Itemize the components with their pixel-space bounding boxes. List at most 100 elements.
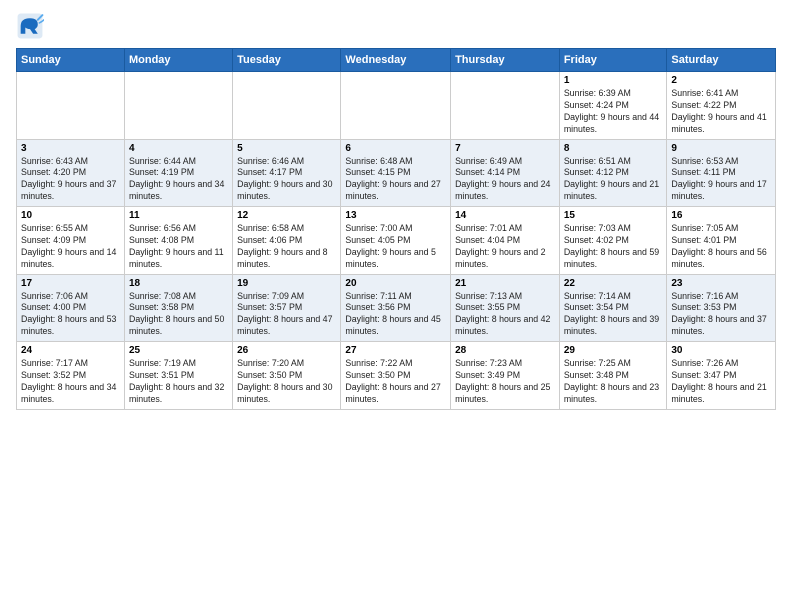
day-number: 19 <box>237 278 336 289</box>
logo <box>16 12 48 40</box>
day-number: 24 <box>21 345 120 356</box>
day-info: Sunrise: 6:44 AM Sunset: 4:19 PM Dayligh… <box>129 156 228 204</box>
calendar-cell: 21 Sunrise: 7:13 AM Sunset: 3:55 PM Dayli… <box>451 274 560 342</box>
day-info: Sunrise: 7:08 AM Sunset: 3:58 PM Dayligh… <box>129 291 228 339</box>
calendar-week-row: 10 Sunrise: 6:55 AM Sunset: 4:09 PM Dayli… <box>17 207 776 275</box>
day-number: 9 <box>671 143 771 154</box>
day-info: Sunrise: 7:26 AM Sunset: 3:47 PM Dayligh… <box>671 358 771 406</box>
calendar-header-saturday: Saturday <box>667 49 776 72</box>
day-info: Sunrise: 7:23 AM Sunset: 3:49 PM Dayligh… <box>455 358 555 406</box>
day-number: 18 <box>129 278 228 289</box>
day-number: 21 <box>455 278 555 289</box>
day-number: 23 <box>671 278 771 289</box>
calendar-cell: 9 Sunrise: 6:53 AM Sunset: 4:11 PM Daylig… <box>667 139 776 207</box>
calendar-header-wednesday: Wednesday <box>341 49 451 72</box>
day-info: Sunrise: 6:46 AM Sunset: 4:17 PM Dayligh… <box>237 156 336 204</box>
calendar-header-thursday: Thursday <box>451 49 560 72</box>
calendar-cell: 23 Sunrise: 7:16 AM Sunset: 3:53 PM Dayli… <box>667 274 776 342</box>
calendar-cell: 11 Sunrise: 6:56 AM Sunset: 4:08 PM Dayli… <box>124 207 232 275</box>
day-number: 4 <box>129 143 228 154</box>
day-info: Sunrise: 7:13 AM Sunset: 3:55 PM Dayligh… <box>455 291 555 339</box>
day-info: Sunrise: 6:39 AM Sunset: 4:24 PM Dayligh… <box>564 88 663 136</box>
calendar-header-row: SundayMondayTuesdayWednesdayThursdayFrid… <box>17 49 776 72</box>
day-info: Sunrise: 7:16 AM Sunset: 3:53 PM Dayligh… <box>671 291 771 339</box>
day-number: 3 <box>21 143 120 154</box>
calendar-cell: 12 Sunrise: 6:58 AM Sunset: 4:06 PM Dayli… <box>233 207 341 275</box>
day-info: Sunrise: 7:22 AM Sunset: 3:50 PM Dayligh… <box>345 358 446 406</box>
day-number: 8 <box>564 143 663 154</box>
day-info: Sunrise: 7:14 AM Sunset: 3:54 PM Dayligh… <box>564 291 663 339</box>
day-number: 17 <box>21 278 120 289</box>
calendar-cell: 29 Sunrise: 7:25 AM Sunset: 3:48 PM Dayli… <box>559 342 667 410</box>
day-info: Sunrise: 7:20 AM Sunset: 3:50 PM Dayligh… <box>237 358 336 406</box>
calendar-cell: 25 Sunrise: 7:19 AM Sunset: 3:51 PM Dayli… <box>124 342 232 410</box>
day-info: Sunrise: 7:19 AM Sunset: 3:51 PM Dayligh… <box>129 358 228 406</box>
day-info: Sunrise: 6:43 AM Sunset: 4:20 PM Dayligh… <box>21 156 120 204</box>
logo-icon <box>16 12 44 40</box>
calendar-cell: 7 Sunrise: 6:49 AM Sunset: 4:14 PM Daylig… <box>451 139 560 207</box>
calendar-table: SundayMondayTuesdayWednesdayThursdayFrid… <box>16 48 776 410</box>
day-number: 26 <box>237 345 336 356</box>
day-number: 22 <box>564 278 663 289</box>
header <box>16 12 776 40</box>
calendar-cell: 10 Sunrise: 6:55 AM Sunset: 4:09 PM Dayli… <box>17 207 125 275</box>
calendar-cell <box>124 72 232 140</box>
day-info: Sunrise: 6:55 AM Sunset: 4:09 PM Dayligh… <box>21 223 120 271</box>
day-number: 10 <box>21 210 120 221</box>
calendar-cell: 16Sunrise: 7:05 AM Sunset: 4:01 PM Dayli… <box>667 207 776 275</box>
day-info: Sunrise: 7:09 AM Sunset: 3:57 PM Dayligh… <box>237 291 336 339</box>
calendar-header-tuesday: Tuesday <box>233 49 341 72</box>
day-number: 6 <box>345 143 446 154</box>
day-number: 25 <box>129 345 228 356</box>
calendar-cell: 14Sunrise: 7:01 AM Sunset: 4:04 PM Dayli… <box>451 207 560 275</box>
calendar-cell: 30 Sunrise: 7:26 AM Sunset: 3:47 PM Dayli… <box>667 342 776 410</box>
day-number: 27 <box>345 345 446 356</box>
calendar-cell: 6Sunrise: 6:48 AM Sunset: 4:15 PM Daylig… <box>341 139 451 207</box>
page: SundayMondayTuesdayWednesdayThursdayFrid… <box>0 0 792 612</box>
day-info: Sunrise: 6:51 AM Sunset: 4:12 PM Dayligh… <box>564 156 663 204</box>
day-number: 16 <box>671 210 771 221</box>
day-number: 12 <box>237 210 336 221</box>
calendar-cell: 2 Sunrise: 6:41 AM Sunset: 4:22 PM Daylig… <box>667 72 776 140</box>
calendar-header-friday: Friday <box>559 49 667 72</box>
calendar-cell: 22 Sunrise: 7:14 AM Sunset: 3:54 PM Dayli… <box>559 274 667 342</box>
calendar-cell <box>451 72 560 140</box>
day-info: Sunrise: 6:53 AM Sunset: 4:11 PM Dayligh… <box>671 156 771 204</box>
calendar-cell: 8 Sunrise: 6:51 AM Sunset: 4:12 PM Daylig… <box>559 139 667 207</box>
calendar-header-sunday: Sunday <box>17 49 125 72</box>
calendar-cell: 19 Sunrise: 7:09 AM Sunset: 3:57 PM Dayli… <box>233 274 341 342</box>
day-number: 7 <box>455 143 555 154</box>
day-number: 30 <box>671 345 771 356</box>
calendar-header-monday: Monday <box>124 49 232 72</box>
calendar-cell: 20Sunrise: 7:11 AM Sunset: 3:56 PM Dayli… <box>341 274 451 342</box>
calendar-week-row: 1Sunrise: 6:39 AM Sunset: 4:24 PM Daylig… <box>17 72 776 140</box>
calendar-cell: 15 Sunrise: 7:03 AM Sunset: 4:02 PM Dayli… <box>559 207 667 275</box>
day-number: 11 <box>129 210 228 221</box>
day-info: Sunrise: 6:49 AM Sunset: 4:14 PM Dayligh… <box>455 156 555 204</box>
day-number: 2 <box>671 75 771 86</box>
day-info: Sunrise: 7:01 AM Sunset: 4:04 PM Dayligh… <box>455 223 555 271</box>
day-info: Sunrise: 7:06 AM Sunset: 4:00 PM Dayligh… <box>21 291 120 339</box>
calendar-cell <box>341 72 451 140</box>
day-info: Sunrise: 6:56 AM Sunset: 4:08 PM Dayligh… <box>129 223 228 271</box>
calendar-cell: 4 Sunrise: 6:44 AM Sunset: 4:19 PM Daylig… <box>124 139 232 207</box>
day-info: Sunrise: 7:25 AM Sunset: 3:48 PM Dayligh… <box>564 358 663 406</box>
day-number: 29 <box>564 345 663 356</box>
day-info: Sunrise: 7:03 AM Sunset: 4:02 PM Dayligh… <box>564 223 663 271</box>
calendar-cell: 24Sunrise: 7:17 AM Sunset: 3:52 PM Dayli… <box>17 342 125 410</box>
calendar-cell: 27 Sunrise: 7:22 AM Sunset: 3:50 PM Dayli… <box>341 342 451 410</box>
calendar-cell: 1Sunrise: 6:39 AM Sunset: 4:24 PM Daylig… <box>559 72 667 140</box>
calendar-cell: 26 Sunrise: 7:20 AM Sunset: 3:50 PM Dayli… <box>233 342 341 410</box>
day-info: Sunrise: 7:00 AM Sunset: 4:05 PM Dayligh… <box>345 223 446 271</box>
day-number: 20 <box>345 278 446 289</box>
calendar-cell: 18 Sunrise: 7:08 AM Sunset: 3:58 PM Dayli… <box>124 274 232 342</box>
calendar-cell: 3 Sunrise: 6:43 AM Sunset: 4:20 PM Daylig… <box>17 139 125 207</box>
calendar-cell <box>17 72 125 140</box>
day-info: Sunrise: 6:58 AM Sunset: 4:06 PM Dayligh… <box>237 223 336 271</box>
day-info: Sunrise: 6:41 AM Sunset: 4:22 PM Dayligh… <box>671 88 771 136</box>
calendar-week-row: 24Sunrise: 7:17 AM Sunset: 3:52 PM Dayli… <box>17 342 776 410</box>
day-number: 15 <box>564 210 663 221</box>
calendar-week-row: 3 Sunrise: 6:43 AM Sunset: 4:20 PM Daylig… <box>17 139 776 207</box>
day-number: 28 <box>455 345 555 356</box>
calendar-cell <box>233 72 341 140</box>
